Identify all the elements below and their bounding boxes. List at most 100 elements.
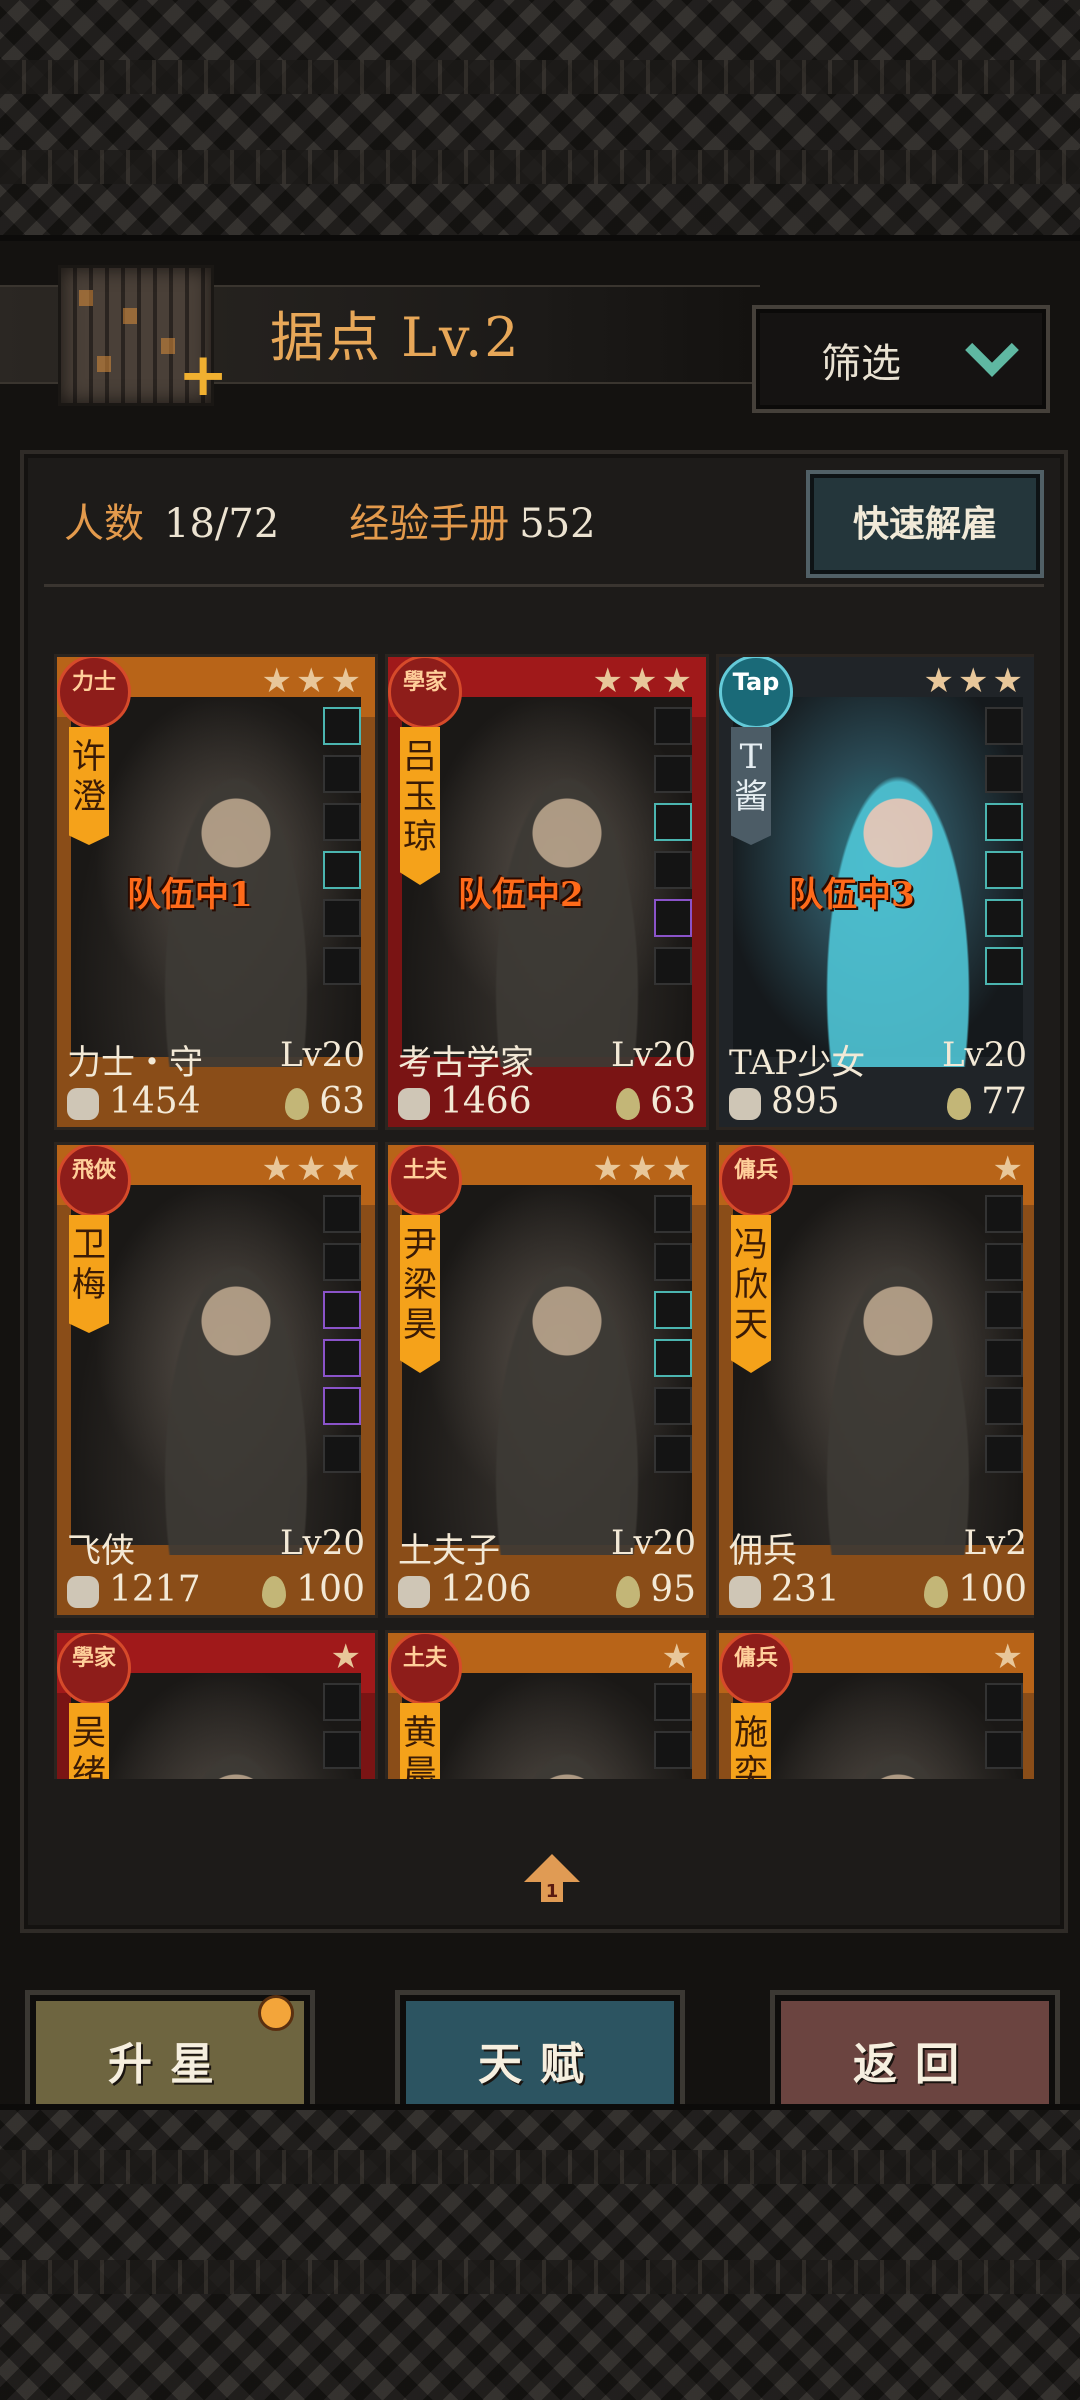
fist-icon	[67, 1088, 99, 1120]
class-name: 土夫子	[398, 1531, 500, 1571]
equip-slot	[985, 1683, 1023, 1721]
filter-label: 筛选	[821, 341, 901, 387]
equip-slot	[985, 947, 1023, 985]
drop-icon	[947, 1088, 972, 1120]
character-card[interactable]: 土夫 尹梁昊 ★★★ 土夫子 Lv20 1206 95	[385, 1142, 709, 1618]
equip-slot	[323, 851, 361, 889]
level: Lv2	[963, 1523, 1027, 1563]
equip-slot	[654, 851, 692, 889]
character-card[interactable]: 傭兵 施奕理 ★	[716, 1630, 1034, 1779]
members-label: 人数	[64, 501, 144, 547]
character-portrait	[71, 1185, 361, 1555]
level: Lv20	[279, 1523, 365, 1563]
star-rating: ★★★	[592, 1149, 696, 1189]
chevron-down-icon	[965, 323, 1019, 377]
combat-power: 231	[771, 1569, 840, 1610]
equip-slot	[985, 899, 1023, 937]
equip-slot	[323, 755, 361, 793]
level: Lv20	[279, 1035, 365, 1075]
character-figure	[823, 767, 973, 1067]
equip-slot	[323, 1387, 361, 1425]
name-banner: 施奕理	[731, 1703, 771, 1779]
character-figure	[492, 767, 642, 1067]
class-name: 考古学家	[398, 1043, 534, 1083]
filter-dropdown[interactable]: 筛选	[752, 305, 1050, 413]
decor-band	[0, 2260, 1080, 2294]
name-banner: 许澄	[69, 727, 109, 845]
character-figure	[161, 1255, 311, 1555]
equip-slot	[323, 899, 361, 937]
equip-slot	[323, 1683, 361, 1721]
combat-power: 1466	[440, 1081, 532, 1122]
drop-icon	[616, 1088, 641, 1120]
equip-slot	[985, 851, 1023, 889]
character-card[interactable]: Tap T酱 ★★★ 队伍中3 TAP少女 Lv20 895 77	[716, 654, 1034, 1130]
class-badge: 土夫	[388, 1633, 462, 1705]
character-card[interactable]: 學家 吴绪文 ★	[54, 1630, 378, 1779]
top-decoration	[0, 0, 1080, 241]
power-row: 1466 63	[398, 1081, 696, 1122]
character-card[interactable]: 飛俠 卫梅 ★★★ 飞侠 Lv20 1217 100	[54, 1142, 378, 1618]
name-banner: 吴绪文	[69, 1703, 109, 1779]
equipment-slots	[654, 707, 694, 995]
star-rating: ★★★	[261, 661, 365, 701]
power-row: 1217 100	[67, 1569, 365, 1610]
equip-slot	[323, 707, 361, 745]
combat-power: 895	[771, 1081, 840, 1122]
equip-slot	[654, 899, 692, 937]
equipment-slots	[323, 1195, 363, 1483]
quick-dismiss-button[interactable]: 快速解雇	[806, 470, 1044, 578]
tap-badge: Tap	[719, 657, 793, 729]
character-card[interactable]: 力士 许澄 ★★★ 队伍中1 力士・守 Lv20 1454 63	[54, 654, 378, 1130]
character-grid[interactable]: 力士 许澄 ★★★ 队伍中1 力士・守 Lv20 1454 63 學家 吕玉琼 ★★…	[54, 654, 1034, 1779]
character-card[interactable]: 土夫 黄晨钊 ★	[385, 1630, 709, 1779]
name-banner: T酱	[731, 727, 771, 845]
window-light	[123, 308, 137, 324]
decor-band	[0, 60, 1080, 94]
equip-slot	[654, 707, 692, 745]
exp-manual-value: 552	[519, 501, 596, 547]
equip-slot	[323, 1435, 361, 1473]
equipment-slots	[985, 1683, 1025, 1779]
bottom-decoration	[0, 2104, 1080, 2400]
notification-dot	[258, 1995, 294, 2031]
combat-power: 1206	[440, 1569, 532, 1610]
fist-icon	[67, 1576, 99, 1608]
equip-slot	[654, 1435, 692, 1473]
character-portrait	[733, 1185, 1023, 1555]
equip-slot	[654, 1731, 692, 1769]
scroll-indicator[interactable]: 1	[541, 1882, 563, 1902]
equip-slot	[323, 1731, 361, 1769]
scroll-up-arrow-icon[interactable]	[524, 1854, 580, 1882]
class-level-row: 力士・守 Lv20	[67, 1035, 365, 1084]
roster-panel: 人数 18/72 经验手册 552 快速解雇 力士 许澄 ★★★ 队伍中1 力士・守 L…	[20, 450, 1068, 1933]
character-figure	[823, 1743, 973, 1779]
name-banner: 卫梅	[69, 1215, 109, 1333]
character-figure	[492, 1255, 642, 1555]
class-level-row: TAP少女 Lv20	[729, 1035, 1027, 1084]
character-card[interactable]: 傭兵 冯欣天 ★ 佣兵 Lv2 231 100	[716, 1142, 1034, 1618]
class-name: TAP少女	[729, 1043, 866, 1083]
members-value: 18/72	[164, 501, 280, 547]
star-rating: ★	[330, 1637, 365, 1677]
stamina-value: 95	[650, 1569, 696, 1610]
equip-slot	[654, 1291, 692, 1329]
combat-power: 1217	[109, 1569, 201, 1610]
character-card[interactable]: 學家 吕玉琼 ★★★ 队伍中2 考古学家 Lv20 1466 63	[385, 654, 709, 1130]
stronghold-title: 据点 Lv.2	[270, 306, 521, 369]
level: Lv20	[941, 1035, 1027, 1075]
equip-slot	[654, 1195, 692, 1233]
equip-slot	[323, 947, 361, 985]
class-badge: 土夫	[388, 1145, 462, 1217]
class-level-row: 佣兵 Lv2	[729, 1523, 1027, 1572]
stamina-value: 77	[981, 1081, 1027, 1122]
stamina-value: 100	[296, 1569, 365, 1610]
equipment-slots	[654, 1683, 694, 1779]
equipment-slots	[323, 1683, 363, 1779]
equip-slot	[985, 1731, 1023, 1769]
class-level-row: 飞侠 Lv20	[67, 1523, 365, 1572]
drop-icon	[285, 1088, 310, 1120]
power-row: 895 77	[729, 1081, 1027, 1122]
equip-slot	[654, 803, 692, 841]
upgrade-plus-icon[interactable]: +	[178, 345, 228, 405]
